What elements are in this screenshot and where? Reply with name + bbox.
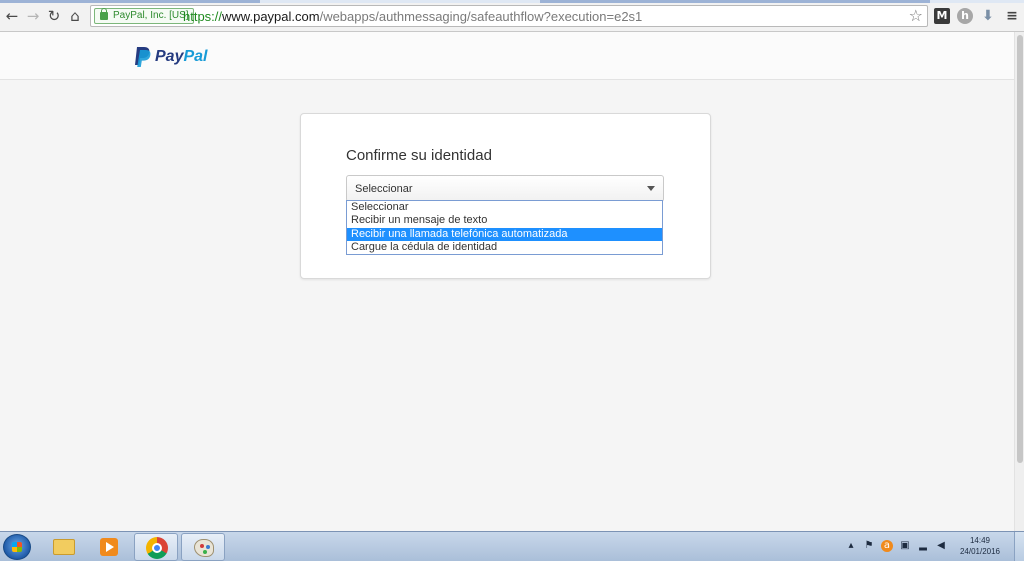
vertical-scrollbar[interactable]	[1014, 32, 1024, 531]
select-option[interactable]: Recibir un mensaje de texto	[347, 214, 662, 227]
scrollbar-thumb[interactable]	[1017, 35, 1023, 463]
paypal-wordmark: PayPal	[155, 48, 207, 66]
forward-arrow-icon[interactable]: →	[24, 6, 42, 26]
show-desktop-button[interactable]	[1014, 532, 1024, 561]
clock-date: 24/01/2016	[959, 547, 1001, 556]
select-value: Seleccionar	[355, 183, 413, 195]
taskbar-media-player[interactable]	[87, 533, 131, 561]
windows-taskbar: ▴ ⚑ a ▣ ▂ ◀ 14:49 24/01/2016	[0, 531, 1024, 561]
lock-icon	[100, 8, 108, 20]
chevron-down-icon	[647, 186, 655, 191]
select-dropdown-list: Seleccionar Recibir un mensaje de texto …	[346, 200, 663, 255]
logo-pal: Pal	[183, 48, 208, 65]
chrome-icon	[146, 537, 168, 559]
select-option[interactable]: Cargue la cédula de identidad	[347, 241, 662, 254]
extension-m-icon[interactable]: M	[934, 8, 950, 24]
volume-icon[interactable]: ◀	[935, 540, 947, 552]
bookmark-star-icon[interactable]: ☆	[909, 7, 923, 25]
page-content: PayPal Confirme su identidad Seleccionar…	[0, 32, 1014, 531]
reload-icon[interactable]: ↻	[45, 6, 63, 26]
taskbar-explorer[interactable]	[41, 533, 85, 561]
url-text[interactable]: https://www.paypal.com/webapps/authmessa…	[183, 8, 642, 25]
taskbar-paint[interactable]	[181, 533, 225, 561]
back-arrow-icon[interactable]: ←	[3, 6, 21, 26]
logo-pay: Pay	[155, 48, 184, 65]
page-title: Confirme su identidad	[346, 147, 492, 164]
select-option-highlighted[interactable]: Recibir una llamada telefónica automatiz…	[347, 228, 662, 241]
action-center-flag-icon[interactable]: ⚑	[863, 540, 875, 552]
folder-icon	[53, 539, 75, 555]
show-hidden-icons-icon[interactable]: ▴	[845, 540, 857, 552]
hamburger-menu-icon[interactable]: ≡	[1004, 8, 1020, 24]
ev-certificate-badge[interactable]: PayPal, Inc. [US]	[94, 8, 194, 24]
start-button[interactable]	[3, 534, 31, 560]
extension-h-icon[interactable]: h	[957, 8, 973, 24]
home-icon[interactable]: ⌂	[66, 6, 84, 26]
taskbar-clock[interactable]: 14:49 24/01/2016	[955, 535, 1005, 557]
browser-toolbar: ← → ↻ ⌂ PayPal, Inc. [US] https://www.pa…	[0, 0, 1024, 32]
paint-palette-icon	[194, 539, 214, 557]
taskbar-chrome[interactable]	[134, 533, 178, 561]
clock-time: 14:49	[969, 536, 991, 545]
download-arrow-icon[interactable]: ⬇	[980, 8, 996, 24]
avast-icon[interactable]: a	[881, 540, 893, 552]
tab-strip-edge	[0, 0, 1024, 3]
media-player-icon	[100, 538, 118, 556]
paypal-mark-icon	[135, 47, 151, 67]
url-path: /webapps/authmessaging/safeauthflow?exec…	[319, 9, 643, 24]
url-scheme: https://	[183, 9, 223, 24]
select-option[interactable]: Seleccionar	[347, 201, 662, 214]
verification-method-select[interactable]: Seleccionar	[346, 175, 664, 202]
ev-badge-label: PayPal, Inc. [US]	[113, 10, 189, 21]
url-host: www.paypal.com	[222, 9, 320, 24]
site-header: PayPal	[0, 32, 1014, 80]
windows-logo-icon	[12, 542, 22, 552]
network-signal-icon[interactable]: ▂	[917, 540, 929, 552]
device-icon[interactable]: ▣	[899, 540, 911, 552]
address-bar[interactable]: PayPal, Inc. [US] https://www.paypal.com…	[90, 5, 928, 27]
